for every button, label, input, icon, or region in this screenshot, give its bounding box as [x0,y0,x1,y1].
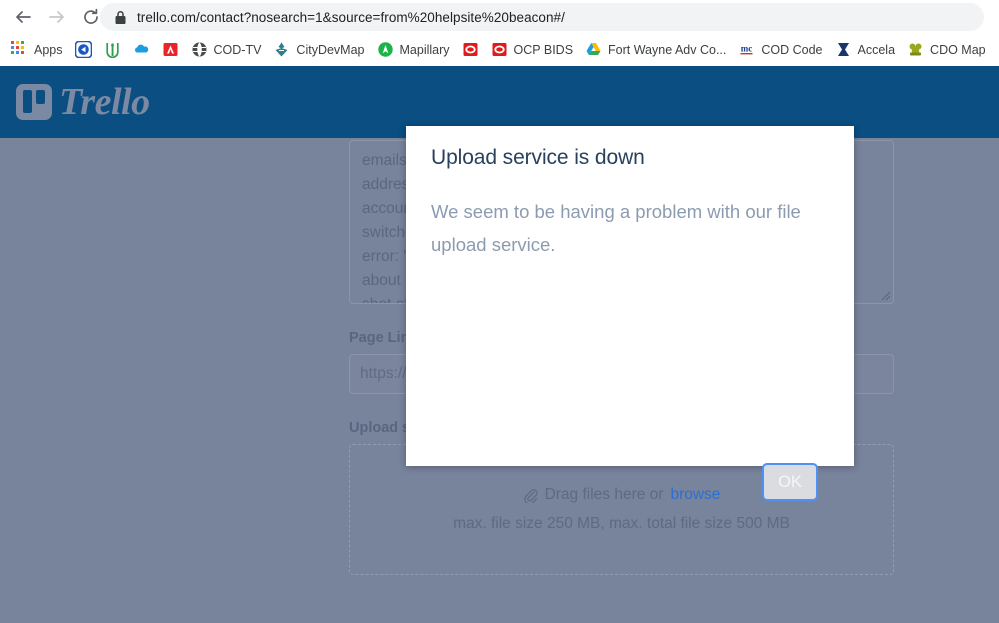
bookmark-label: CDO Map [930,43,986,57]
map-pin-icon [273,41,290,58]
bookmark-mapillary[interactable]: Mapillary [371,37,456,63]
cloud-icon [133,41,150,58]
bookmark-label: Accela [858,43,896,57]
bookmark-fort-wayne[interactable]: Fort Wayne Adv Co... [579,37,732,63]
bookmark-red-oval-1[interactable] [456,37,485,63]
globe-icon [191,41,208,58]
bookmark-cloud[interactable] [127,37,156,63]
back-button[interactable] [6,0,40,33]
red-oval-icon [462,41,479,58]
forward-arrow-icon [47,7,67,27]
paperclip-icon [523,488,538,503]
bookmark-adobe[interactable] [156,37,185,63]
ok-button[interactable]: OK [762,463,818,501]
dialog-message: We seem to be having a problem with our … [431,195,821,261]
bookmark-label: Mapillary [400,43,450,57]
navigation-toolbar: trello.com/contact?nosearch=1&source=fro… [0,0,999,33]
bookmark-label: COD Code [761,43,822,57]
dropzone-prompt: Drag files here or browse [523,486,721,504]
bookmark-citydevmap[interactable]: CityDevMap [267,37,370,63]
bookmarks-bar: Apps [0,33,999,66]
trello-logo[interactable]: Trello [16,83,150,121]
google-drive-icon [585,41,602,58]
trello-board-icon [16,84,52,120]
accela-icon [835,41,852,58]
browser-chrome: trello.com/contact?nosearch=1&source=fro… [0,0,999,66]
page-link-placeholder: https:// [360,365,407,383]
resize-handle-icon[interactable] [877,287,891,301]
upload-error-dialog: Upload service is down We seem to be hav… [406,126,854,466]
bookmark-green-monument[interactable] [98,37,127,63]
browser-window: trello.com/contact?nosearch=1&source=fro… [0,0,999,623]
bookmark-label: Fort Wayne Adv Co... [608,43,726,57]
mapillary-icon [377,41,394,58]
ok-button-label: OK [778,473,802,492]
bookmark-accela[interactable]: Accela [829,37,902,63]
dropzone-limits: max. file size 250 MB, max. total file s… [453,515,790,533]
lock-icon [114,10,127,25]
mc-icon: mc [738,41,755,58]
bookmark-cdo-map[interactable]: CDO Map [901,37,992,63]
url-text: trello.com/contact?nosearch=1&source=fro… [137,10,565,25]
svg-text:mc: mc [741,44,753,54]
bookmark-label: COD-TV [214,43,262,57]
red-oval-icon [491,41,508,58]
apps-grid-icon [11,41,28,58]
bookmark-ocp-bids[interactable]: OCP BIDS [485,37,580,63]
dropzone-text: Drag files here or [545,486,664,504]
green-monument-icon [104,41,121,58]
bookmark-cod-tv[interactable]: COD-TV [185,37,268,63]
reload-icon [81,7,101,27]
browse-link[interactable]: browse [670,486,720,504]
forward-button[interactable] [40,0,74,33]
address-bar[interactable]: trello.com/contact?nosearch=1&source=fro… [100,3,984,31]
dialog-title: Upload service is down [431,146,645,170]
bookmark-label: CityDevMap [296,43,364,57]
bookmark-cod-code[interactable]: mc COD Code [732,37,828,63]
brand-name: Trello [59,83,150,121]
bookmark-apps[interactable]: Apps [5,37,69,63]
blue-app-icon [75,41,92,58]
adobe-icon [162,41,179,58]
bookmark-label: Apps [34,43,63,57]
cdo-map-icon [907,41,924,58]
bookmark-label: OCP BIDS [514,43,574,57]
back-arrow-icon [13,7,33,27]
bookmark-blue-app[interactable] [69,37,98,63]
